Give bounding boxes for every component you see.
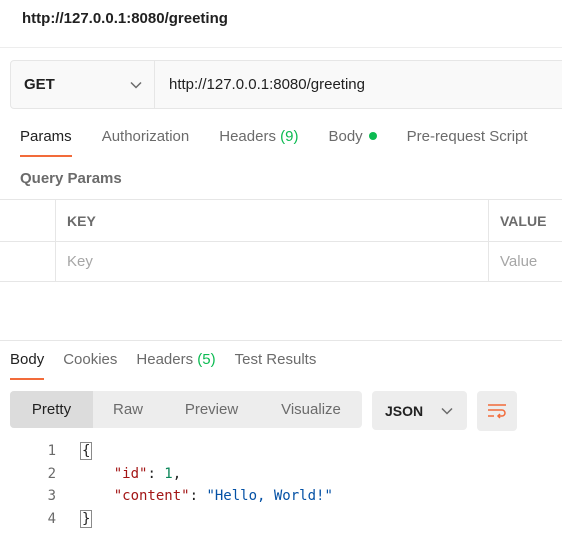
tab-test-results[interactable]: Test Results xyxy=(235,351,317,380)
format-select[interactable]: JSON xyxy=(372,391,467,430)
tab-params[interactable]: Params xyxy=(20,128,72,157)
line-number: 3 xyxy=(47,488,56,504)
url-bar: GET http://127.0.0.1:8080/greeting xyxy=(10,60,562,109)
url-input[interactable]: http://127.0.0.1:8080/greeting xyxy=(155,61,365,108)
close-brace: } xyxy=(80,509,93,528)
query-params-table: KEY VALUE Key Value xyxy=(0,199,562,282)
response-divider xyxy=(0,340,562,341)
view-mode-group: Pretty Raw Preview Visualize xyxy=(10,391,362,428)
tab-authorization[interactable]: Authorization xyxy=(102,128,190,157)
response-tabs: Body Cookies Headers (5) Test Results xyxy=(10,351,335,380)
line-number: 2 xyxy=(47,465,56,482)
tab-label: Headers xyxy=(219,128,276,145)
json-value: "Hello, World!" xyxy=(206,488,333,504)
key-input[interactable]: Key xyxy=(55,242,489,281)
wrap-lines-icon xyxy=(488,404,506,419)
visualize-button[interactable]: Visualize xyxy=(260,391,362,428)
tab-label: Headers xyxy=(136,351,194,368)
wrap-lines-button[interactable] xyxy=(477,391,517,431)
response-headers-count: (5) xyxy=(197,351,216,368)
query-params-title: Query Params xyxy=(20,170,122,187)
key-column-header: KEY xyxy=(67,212,96,229)
chevron-down-icon xyxy=(441,407,453,415)
tab-label: Body xyxy=(10,351,45,368)
line-number: 4 xyxy=(47,510,56,527)
line-number: 1 xyxy=(47,443,56,459)
tab-response-headers[interactable]: Headers (5) xyxy=(136,351,215,380)
status-dot-icon xyxy=(368,132,377,140)
value-placeholder: Value xyxy=(500,253,538,270)
headers-count: (9) xyxy=(280,128,299,145)
tab-response-body[interactable]: Body xyxy=(10,351,45,380)
raw-button[interactable]: Raw xyxy=(93,391,163,428)
key-placeholder: Key xyxy=(67,253,93,270)
method-select[interactable]: GET xyxy=(11,61,155,108)
tab-label: Authorization xyxy=(101,128,190,145)
json-key: "content" xyxy=(113,488,190,504)
tab-label: Params xyxy=(20,128,72,145)
request-title: http://127.0.0.1:8080/greeting xyxy=(22,10,228,27)
pretty-button[interactable]: Pretty xyxy=(10,391,93,428)
preview-button[interactable]: Preview xyxy=(163,391,260,428)
tab-label: Body xyxy=(328,128,363,145)
json-key: "id" xyxy=(113,465,148,482)
value-column-header: VALUE xyxy=(500,212,547,229)
top-divider xyxy=(0,47,562,48)
tab-prerequest-script[interactable]: Pre-request Script xyxy=(407,128,528,157)
table-row: Key Value xyxy=(0,241,562,282)
chevron-down-icon xyxy=(130,81,142,89)
tab-label: Test Results xyxy=(234,351,317,368)
value-input[interactable]: Value xyxy=(489,242,562,281)
tab-cookies[interactable]: Cookies xyxy=(63,351,117,380)
method-label: GET xyxy=(24,76,55,93)
tab-body[interactable]: Body xyxy=(328,128,377,157)
open-brace: { xyxy=(80,442,93,460)
request-tabs: Params Authorization Headers (9) Body Pr… xyxy=(20,128,558,157)
table-header-row: KEY VALUE xyxy=(0,199,562,241)
tab-label: Pre-request Script xyxy=(406,128,528,145)
json-value: 1 xyxy=(164,465,173,482)
tab-headers[interactable]: Headers (9) xyxy=(219,128,298,157)
format-label: JSON xyxy=(385,402,424,419)
tab-label: Cookies xyxy=(63,351,118,368)
